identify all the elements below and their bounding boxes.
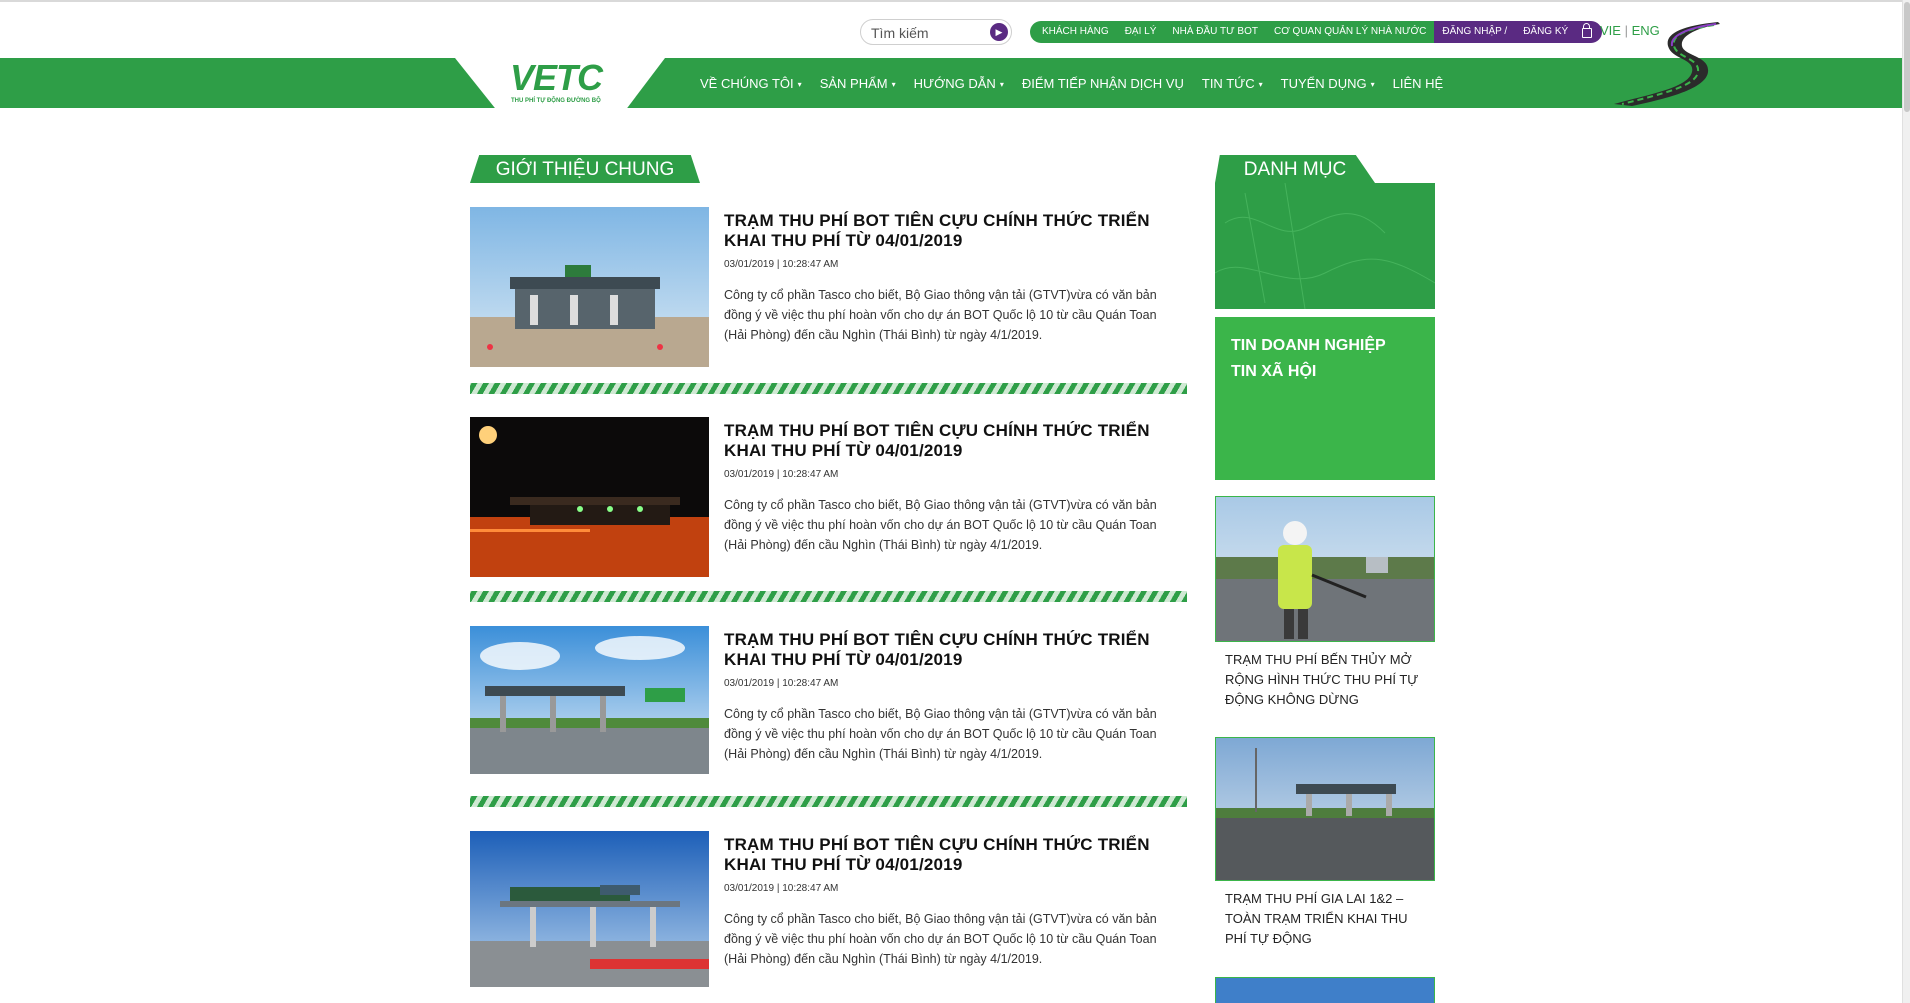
sidebar-header: DANH MỤC: [1215, 155, 1375, 183]
news-excerpt: Công ty cổ phần Tasco cho biết, Bộ Giao …: [724, 498, 1157, 552]
map-pattern-decoration: [1215, 183, 1435, 309]
sidebar-banner: [1215, 183, 1435, 309]
sidebar-news-thumbnail[interactable]: [1215, 496, 1435, 642]
nav-menu: VỀ CHÚNG TÔI ▾ SẢN PHẨM ▾ HƯỚNG DẪN ▾ ĐIỂM …: [700, 58, 1461, 108]
road-decoration: [1614, 22, 1720, 106]
news-title[interactable]: TRẠM THU PHÍ BOT TIÊN CỰU CHÍNH THỨC TRI…: [724, 630, 1164, 670]
login-link[interactable]: ĐĂNG NHẬP /: [1442, 21, 1507, 43]
lock-icon: [1582, 23, 1593, 38]
news-date: 03/01/2019 | 10:28:47 AM: [724, 678, 839, 689]
chevron-down-icon: ▾: [1370, 79, 1375, 89]
quick-link-agent[interactable]: ĐẠI LÝ: [1116, 21, 1165, 43]
register-link[interactable]: ĐĂNG KÝ: [1523, 21, 1568, 43]
divider-stripe: [470, 796, 1187, 807]
news-item[interactable]: TRẠM THU PHÍ BOT TIÊN CỰU CHÍNH THỨC TRI…: [470, 417, 1187, 577]
news-excerpt: Công ty cổ phần Tasco cho biết, Bộ Giao …: [724, 912, 1157, 966]
chevron-down-icon: ▾: [999, 79, 1004, 89]
news-item[interactable]: TRẠM THU PHÍ BOT TIÊN CỰU CHÍNH THỨC TRI…: [470, 831, 1187, 991]
news-item[interactable]: TRẠM THU PHÍ BOT TIÊN CỰU CHÍNH THỨC TRI…: [470, 207, 1187, 367]
search-submit-icon[interactable]: ▶: [990, 23, 1008, 41]
quick-links: KHÁCH HÀNG ĐẠI LÝ NHÀ ĐẦU TƯ BOT CƠ QUAN…: [1030, 21, 1603, 43]
toll-station-photo: [470, 626, 709, 774]
nav-contact[interactable]: LIÊN HỆ: [1393, 76, 1444, 91]
news-thumbnail[interactable]: [470, 626, 709, 786]
quick-link-state-agency[interactable]: CƠ QUAN QUẢN LÝ NHÀ NƯỚC: [1265, 21, 1435, 43]
section-title: GIỚI THIỆU CHUNG: [495, 159, 675, 180]
quick-link-bot-investor[interactable]: NHÀ ĐẦU TƯ BOT: [1164, 21, 1266, 43]
toll-station-photo: [1216, 738, 1434, 880]
divider-stripe: [470, 591, 1187, 602]
account-links: ĐĂNG NHẬP / ĐĂNG KÝ: [1434, 21, 1603, 43]
sidebar-category-box: TIN DOANH NGHIỆP TIN XÃ HỘI: [1215, 317, 1435, 480]
news-date: 03/01/2019 | 10:28:47 AM: [724, 883, 839, 894]
page-scrollbar[interactable]: [1902, 0, 1910, 1003]
nav-about[interactable]: VỀ CHÚNG TÔI ▾: [700, 76, 802, 91]
news-title[interactable]: TRẠM THU PHÍ BOT TIÊN CỰU CHÍNH THỨC TRI…: [724, 211, 1164, 251]
nav-careers[interactable]: TUYỂN DỤNG ▾: [1281, 76, 1375, 91]
sidebar-title: DANH MỤC: [1243, 159, 1347, 180]
news-excerpt: Công ty cổ phần Tasco cho biết, Bộ Giao …: [724, 288, 1157, 342]
vetc-logo[interactable]: VETC THU PHÍ TỰ ĐỘNG ĐƯỜNG BỘ: [510, 58, 610, 108]
chevron-down-icon: ▾: [1258, 79, 1263, 89]
logo-mark: VETC: [510, 57, 603, 98]
chevron-down-icon: ▾: [797, 79, 802, 89]
toll-station-photo: [470, 831, 709, 987]
quick-link-customer[interactable]: KHÁCH HÀNG: [1030, 21, 1117, 43]
news-thumbnail[interactable]: [470, 417, 709, 577]
nav-news[interactable]: TIN TỨC ▾: [1202, 76, 1263, 91]
news-date: 03/01/2019 | 10:28:47 AM: [724, 469, 839, 480]
nav-service-points[interactable]: ĐIỂM TIẾP NHẬN DỊCH VỤ: [1022, 76, 1184, 91]
toll-station-night-photo: [470, 417, 709, 577]
news-item[interactable]: TRẠM THU PHÍ BOT TIÊN CỰU CHÍNH THỨC TRI…: [470, 626, 1187, 786]
traffic-officer-photo: [1216, 497, 1434, 641]
toll-station-photo: [470, 207, 709, 367]
section-header: GIỚI THIỆU CHUNG: [470, 155, 700, 183]
category-business-news[interactable]: TIN DOANH NGHIỆP: [1231, 337, 1386, 355]
category-social-news[interactable]: TIN XÃ HỘI: [1231, 363, 1316, 381]
scrollbar-thumb[interactable]: [1904, 2, 1910, 112]
logo-tagline: THU PHÍ TỰ ĐỘNG ĐƯỜNG BỘ: [511, 98, 601, 104]
nav-guide[interactable]: HƯỚNG DẪN ▾: [914, 76, 1004, 91]
nav-products[interactable]: SẢN PHẨM ▾: [820, 76, 896, 91]
news-thumbnail[interactable]: [470, 207, 709, 367]
news-thumbnail[interactable]: [470, 831, 709, 991]
news-title[interactable]: TRẠM THU PHÍ BOT TIÊN CỰU CHÍNH THỨC TRI…: [724, 835, 1164, 875]
sidebar-news-caption[interactable]: TRẠM THU PHÍ BẾN THỦY MỞ RỘNG HÌNH THỨC …: [1225, 650, 1430, 710]
divider-stripe: [470, 383, 1187, 394]
news-date: 03/01/2019 | 10:28:47 AM: [724, 259, 839, 270]
news-excerpt: Công ty cổ phần Tasco cho biết, Bộ Giao …: [724, 707, 1157, 761]
sidebar-news-caption[interactable]: TRẠM THU PHÍ GIA LAI 1&2 – TOÀN TRẠM TRI…: [1225, 889, 1430, 949]
news-title[interactable]: TRẠM THU PHÍ BOT TIÊN CỰU CHÍNH THỨC TRI…: [724, 421, 1164, 461]
sidebar-news-thumbnail[interactable]: [1215, 977, 1435, 1003]
search-input[interactable]: [869, 23, 988, 43]
search-box: ▶: [860, 19, 1012, 45]
sidebar-news-thumbnail[interactable]: [1215, 737, 1435, 881]
sidebar-news-card[interactable]: [1215, 977, 1435, 1003]
chevron-down-icon: ▾: [891, 79, 896, 89]
